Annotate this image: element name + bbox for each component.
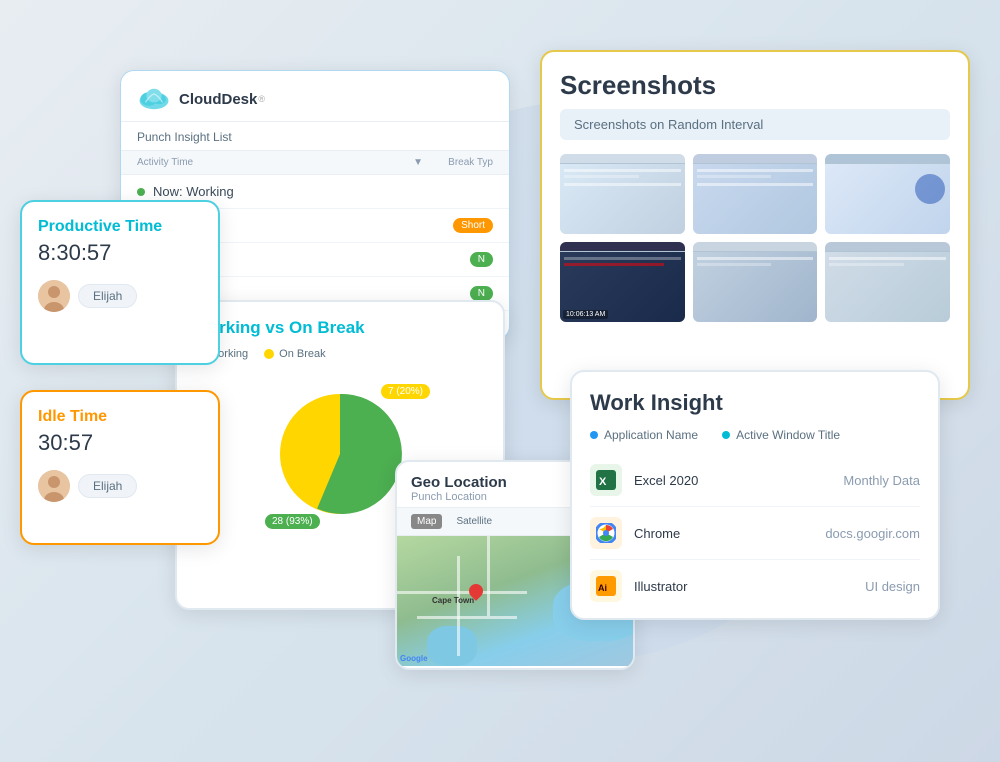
working-dot bbox=[137, 188, 145, 196]
productive-avatar-row: Elijah bbox=[38, 280, 202, 312]
chrome-app-name: Chrome bbox=[634, 526, 813, 541]
badge-short: Short bbox=[453, 218, 493, 233]
idle-avatar bbox=[38, 470, 70, 502]
screenshots-subtitle: Screenshots on Random Interval bbox=[560, 109, 950, 140]
window-title-dot bbox=[722, 431, 730, 439]
map-road-h2 bbox=[417, 616, 517, 619]
productive-time-card: Productive Time 8:30:57 Elijah bbox=[20, 200, 220, 365]
svg-text:X: X bbox=[599, 476, 607, 488]
work-insight-columns: Application Name Active Window Title bbox=[590, 428, 920, 442]
pie-label-yellow: 7 (20%) bbox=[381, 384, 430, 399]
work-insight-title: Work Insight bbox=[590, 390, 920, 416]
map-road-v2 bbox=[487, 536, 490, 616]
avatar-icon bbox=[38, 280, 70, 312]
legend-break: On Break bbox=[264, 348, 325, 360]
screenshot-thumb-6[interactable] bbox=[825, 242, 950, 322]
google-map-logo: Google bbox=[400, 654, 428, 663]
screenshot-thumb-2[interactable] bbox=[693, 154, 818, 234]
clouddesk-brand-name: CloudDesk bbox=[179, 91, 257, 108]
wi-row-chrome: Chrome docs.googir.com bbox=[590, 507, 920, 560]
idle-user-name: Elijah bbox=[78, 474, 137, 498]
clouddesk-header: CloudDesk ® bbox=[121, 71, 509, 122]
clouddesk-subtitle: Punch Insight List bbox=[121, 122, 509, 151]
wi-row-illustrator: Ai Illustrator UI design bbox=[590, 560, 920, 612]
screenshots-grid: 10:06:13 AM bbox=[560, 154, 950, 322]
geo-tab-map[interactable]: Map bbox=[411, 514, 442, 529]
productive-time-title: Productive Time bbox=[38, 218, 202, 236]
illustrator-window-title: UI design bbox=[865, 579, 920, 594]
badge-n-2: N bbox=[470, 286, 493, 301]
idle-avatar-icon bbox=[38, 470, 70, 502]
break-legend: Working On Break bbox=[193, 348, 487, 360]
app-name-dot bbox=[590, 431, 598, 439]
illustrator-app-name: Illustrator bbox=[634, 579, 853, 594]
svg-text:Ai: Ai bbox=[598, 583, 607, 593]
badge-n-1: N bbox=[470, 252, 493, 267]
screenshots-title: Screenshots bbox=[560, 70, 950, 101]
screenshot-thumb-3[interactable] bbox=[825, 154, 950, 234]
chrome-icon bbox=[590, 517, 622, 549]
map-road-v1 bbox=[457, 556, 460, 656]
map-city-label: Cape Town bbox=[432, 596, 474, 605]
break-chart-title: Working vs On Break bbox=[193, 318, 487, 338]
screenshot-thumb-5[interactable] bbox=[693, 242, 818, 322]
productive-user-name: Elijah bbox=[78, 284, 137, 308]
wi-col-window-title: Active Window Title bbox=[722, 428, 840, 442]
row-label-1: Now: Working bbox=[153, 184, 493, 199]
screenshot-thumb-4[interactable]: 10:06:13 AM bbox=[560, 242, 685, 322]
idle-time-card: Idle Time 30:57 Elijah bbox=[20, 390, 220, 545]
idle-time-value: 30:57 bbox=[38, 430, 202, 456]
clouddesk-table-header: Activity Time ▼ Break Typ bbox=[121, 151, 509, 175]
geo-tab-satellite[interactable]: Satellite bbox=[450, 514, 498, 529]
work-insight-card: Work Insight Application Name Active Win… bbox=[570, 370, 940, 620]
screenshot-timestamp-4: 10:06:13 AM bbox=[563, 310, 608, 319]
idle-avatar-row: Elijah bbox=[38, 470, 202, 502]
productive-time-value: 8:30:57 bbox=[38, 240, 202, 266]
illustrator-icon: Ai bbox=[590, 570, 622, 602]
productive-avatar bbox=[38, 280, 70, 312]
excel-window-title: Monthly Data bbox=[843, 473, 920, 488]
idle-time-title: Idle Time bbox=[38, 408, 202, 426]
wi-row-excel: X Excel 2020 Monthly Data bbox=[590, 454, 920, 507]
screenshots-panel: Screenshots Screenshots on Random Interv… bbox=[540, 50, 970, 400]
break-legend-dot bbox=[264, 349, 274, 359]
chrome-window-title: docs.googir.com bbox=[825, 526, 920, 541]
map-water-2 bbox=[427, 626, 477, 666]
screenshot-thumb-1[interactable] bbox=[560, 154, 685, 234]
excel-icon: X bbox=[590, 464, 622, 496]
clouddesk-logo-icon bbox=[137, 85, 171, 113]
excel-app-name: Excel 2020 bbox=[634, 473, 831, 488]
wi-col-app-name: Application Name bbox=[590, 428, 698, 442]
pie-label-green: 28 (93%) bbox=[265, 514, 320, 529]
map-road-h1 bbox=[397, 591, 527, 594]
